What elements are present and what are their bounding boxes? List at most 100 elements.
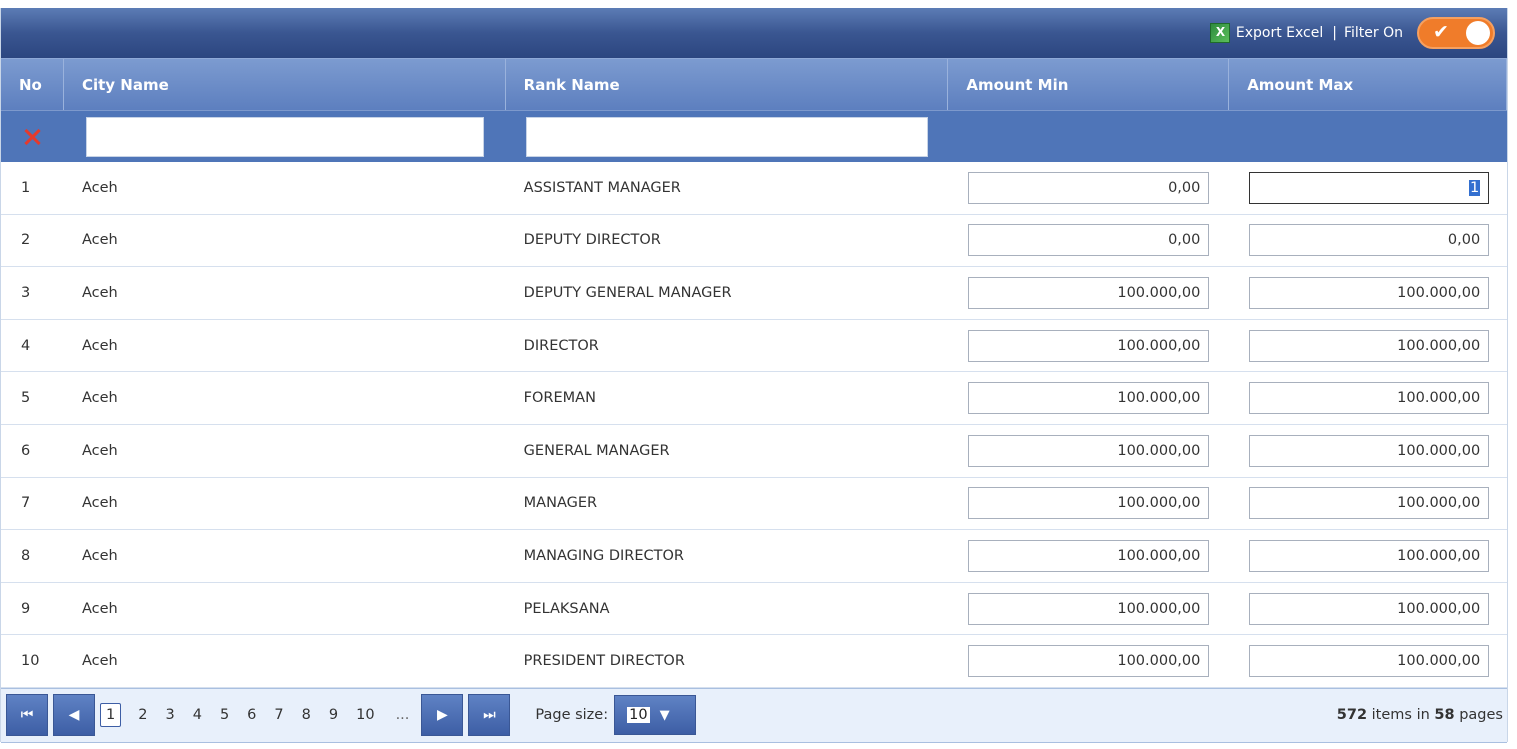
table-row[interactable]: 1 Aceh ASSISTANT MANAGER 1 [1,162,1507,215]
cell-amount-max [1229,267,1507,319]
page-size-label: Page size: [535,707,609,724]
toolbar-separator: | [1332,25,1337,41]
export-excel-label: Export Excel [1235,25,1324,41]
amount-max-input[interactable] [1249,434,1490,467]
filter-amount-max-cell [1229,111,1507,162]
table-row[interactable]: 5 Aceh FOREMAN [1,372,1507,425]
cell-no: 4 [21,337,31,354]
cell-amount-max [1229,583,1507,635]
rank-filter-input[interactable] [525,116,928,157]
page-number[interactable]: 4 [184,707,211,723]
amount-min-input[interactable] [968,171,1210,204]
items-text: items in [1371,707,1430,724]
cell-city: Aceh [81,495,118,512]
amount-max-input[interactable] [1249,487,1490,520]
page-number[interactable]: 3 [156,707,183,723]
amount-max-input[interactable] [1249,382,1490,415]
filter-amount-min-cell [948,111,1229,162]
cell-amount-min [948,372,1229,424]
cell-rank: DIRECTOR [523,337,599,354]
prev-page-button[interactable]: ◀ [53,694,95,737]
amount-max-input[interactable] [1249,592,1490,625]
chevron-down-icon: ▼ [659,707,670,723]
clear-filter-icon[interactable] [23,128,41,146]
last-page-button[interactable]: ⏭ [468,694,511,737]
cell-city: Aceh [81,442,118,459]
cell-amount-max [1229,530,1507,582]
amount-min-input[interactable] [968,224,1210,257]
cell-amount-min [948,583,1229,635]
column-header-row: No City Name Rank Name Amount Min Amount… [1,58,1507,110]
pager: ⏮ ◀ 1 2 3 4 5 6 7 8 9 10 ... ▶ ⏭ Page si… [1,687,1507,743]
cell-amount-max [1229,372,1507,424]
amount-max-input[interactable] [1249,539,1490,572]
cell-city: Aceh [81,390,118,407]
page-number-current[interactable]: 1 [100,703,122,728]
next-page-button[interactable]: ▶ [421,694,464,737]
cell-rank: PELAKSANA [523,600,610,617]
table-row[interactable]: 10 Aceh PRESIDENT DIRECTOR [1,635,1507,688]
cell-no: 6 [21,442,31,459]
excel-icon [1209,23,1230,43]
city-filter-input[interactable] [85,116,484,157]
column-header-rank-name[interactable]: Rank Name [506,59,949,110]
total-pages: 58 [1434,707,1455,724]
table-row[interactable]: 9 Aceh PELAKSANA [1,582,1507,636]
cell-amount-max [1229,425,1507,477]
page-number[interactable]: 10 [347,707,383,723]
prev-page-icon: ◀ [68,707,80,724]
column-header-no[interactable]: No [1,59,64,110]
amount-max-input[interactable]: 1 [1249,171,1490,204]
first-page-button[interactable]: ⏮ [6,694,48,737]
amount-max-input[interactable] [1249,329,1490,362]
pager-info: 572 items in 58 pages [1337,707,1503,723]
table-row[interactable]: 6 Aceh GENERAL MANAGER [1,424,1507,478]
page-size-select[interactable]: 10 ▼ [614,695,697,736]
cell-rank: ASSISTANT MANAGER [523,179,681,196]
table-row[interactable]: 2 Aceh DEPUTY DIRECTOR [1,214,1507,268]
amount-max-input[interactable] [1249,645,1490,678]
amount-min-input[interactable] [968,329,1210,362]
cell-amount-min [948,320,1229,372]
amount-min-input[interactable] [968,382,1210,415]
page-ellipsis[interactable]: ... [384,707,422,723]
cell-rank: MANAGER [523,495,598,512]
cell-city: Aceh [81,337,118,354]
page-number[interactable]: 5 [211,707,238,723]
table-row[interactable]: 4 Aceh DIRECTOR [1,319,1507,373]
cell-rank: MANAGING DIRECTOR [523,547,684,564]
table-row[interactable]: 3 Aceh DEPUTY GENERAL MANAGER [1,267,1507,320]
amount-min-input[interactable] [968,539,1210,572]
cell-no: 10 [21,653,40,670]
page-number[interactable]: 9 [320,707,347,723]
cell-rank: GENERAL MANAGER [523,442,670,459]
table-row[interactable]: 8 Aceh MANAGING DIRECTOR [1,530,1507,583]
page-number[interactable]: 7 [265,707,292,723]
column-header-amount-max[interactable]: Amount Max [1229,59,1507,110]
cell-city: Aceh [81,653,118,670]
filter-label: Filter On [1343,25,1403,41]
amount-min-input[interactable] [968,276,1210,309]
filter-city-cell [64,111,506,162]
cell-amount-min [948,530,1229,582]
amount-min-input[interactable] [968,434,1210,467]
page-size-value: 10 [627,707,650,724]
column-header-amount-min[interactable]: Amount Min [948,59,1230,110]
cell-no: 7 [21,495,31,512]
page-number[interactable]: 8 [293,707,320,723]
cell-city: Aceh [81,179,118,196]
grid-toolbar: Export Excel | Filter On ✔ [1,8,1507,58]
amount-max-input[interactable] [1249,276,1490,309]
page-number[interactable]: 6 [238,707,265,723]
amount-min-input[interactable] [968,487,1210,520]
amount-max-input[interactable] [1249,224,1490,257]
page-number[interactable]: 2 [129,707,156,723]
total-items: 572 [1336,707,1368,724]
export-excel-button[interactable]: Export Excel [1209,23,1324,43]
filter-rank-cell [506,111,949,162]
column-header-city-name[interactable]: City Name [64,59,506,110]
amount-min-input[interactable] [968,592,1210,625]
table-row[interactable]: 7 Aceh MANAGER [1,477,1507,531]
filter-toggle[interactable]: ✔ [1417,17,1495,49]
amount-min-input[interactable] [968,645,1210,678]
